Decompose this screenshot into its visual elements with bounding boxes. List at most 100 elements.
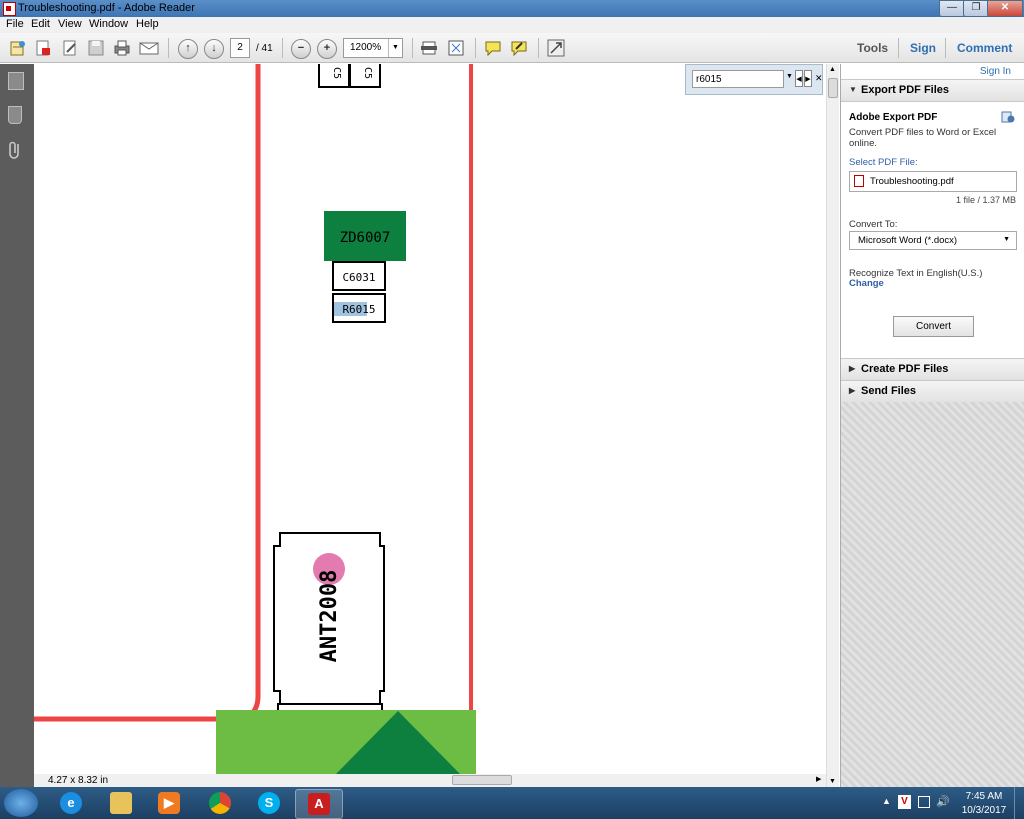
- clock-time[interactable]: 7:45 AM: [962, 791, 1006, 802]
- taskbar-adobe-reader[interactable]: A: [295, 789, 343, 819]
- service-name: Adobe Export PDF: [849, 112, 938, 123]
- create-pdf-icon[interactable]: [34, 39, 52, 57]
- attachments-paperclip-icon[interactable]: [7, 140, 23, 160]
- tools-pane-button[interactable]: Tools: [857, 41, 888, 55]
- vertical-scrollbar[interactable]: ▲ ▼: [826, 64, 839, 787]
- find-close-icon[interactable]: ✕: [815, 73, 823, 84]
- horizontal-scroll-thumb[interactable]: [452, 775, 512, 785]
- send-files-header[interactable]: ▶ Send Files: [841, 380, 1024, 403]
- bookmarks-icon[interactable]: [8, 106, 22, 124]
- section-title: Create PDF Files: [861, 363, 949, 375]
- taskbar-chrome[interactable]: [197, 789, 243, 817]
- chevron-down-icon[interactable]: ▼: [388, 39, 402, 57]
- pcb-schematic: C5 C5 ZD6007 C6031 R6015 ANT2008: [34, 64, 476, 774]
- toolbar-separator: [945, 38, 946, 58]
- comment-sticky-note-icon[interactable]: [484, 39, 502, 57]
- page-thumbnails-icon[interactable]: [8, 72, 24, 90]
- network-tray-icon[interactable]: [918, 796, 930, 808]
- chevron-down-icon[interactable]: ▼: [1003, 236, 1010, 243]
- find-previous-icon[interactable]: ◀: [795, 70, 803, 87]
- maximize-button[interactable]: ❐: [963, 0, 989, 17]
- save-icon[interactable]: [87, 39, 105, 57]
- export-pdf-header[interactable]: ▼ Export PDF Files: [841, 79, 1024, 102]
- open-file-icon[interactable]: [9, 39, 27, 57]
- volume-speaker-icon[interactable]: 🔊: [936, 795, 950, 808]
- next-page-arrow-down-icon[interactable]: ↓: [204, 39, 224, 59]
- start-button-windows-icon[interactable]: [4, 789, 38, 817]
- email-icon[interactable]: [139, 39, 159, 57]
- section-title: Export PDF Files: [861, 84, 950, 96]
- zoom-out-minus-icon[interactable]: −: [291, 39, 311, 59]
- taskbar-media-player[interactable]: ▶: [146, 789, 192, 817]
- taskbar-internet-explorer[interactable]: e: [48, 789, 94, 817]
- sign-pane-button[interactable]: Sign: [910, 41, 936, 55]
- scroll-right-icon[interactable]: ▶: [816, 775, 821, 783]
- tools-pane: Sign In ▼ Export PDF Files Adobe Export …: [840, 64, 1024, 787]
- close-button[interactable]: ✕: [987, 0, 1023, 17]
- show-desktop-button[interactable]: [1014, 787, 1024, 819]
- menu-edit[interactable]: Edit: [31, 18, 50, 30]
- selected-file-box[interactable]: Troubleshooting.pdf: [849, 171, 1017, 192]
- expanded-arrow-icon: ▼: [849, 85, 857, 94]
- menu-file[interactable]: File: [6, 18, 24, 30]
- file-name: Troubleshooting.pdf: [870, 176, 954, 187]
- menu-view[interactable]: View: [58, 18, 82, 30]
- format-select[interactable]: Microsoft Word (*.docx) ▼: [849, 231, 1017, 250]
- scroll-down-icon[interactable]: ▼: [829, 778, 836, 785]
- print-icon[interactable]: [113, 39, 131, 57]
- chrome-icon: [209, 792, 231, 814]
- zoom-value: 1200%: [350, 42, 382, 53]
- menu-help[interactable]: Help: [136, 18, 159, 30]
- component-label: ZD6007: [340, 230, 391, 246]
- adobe-reader-icon: A: [308, 793, 330, 815]
- page-total: / 41: [256, 43, 273, 54]
- show-hidden-icons-chevron-icon[interactable]: ▲: [882, 796, 891, 806]
- antivirus-tray-icon[interactable]: V: [898, 795, 911, 809]
- pdf-file-icon: [854, 175, 864, 187]
- vertical-scroll-thumb[interactable]: [828, 78, 838, 98]
- select-file-label: Select PDF File:: [849, 157, 918, 168]
- collapsed-arrow-icon: ▶: [849, 386, 856, 395]
- navigation-rail: [0, 64, 34, 787]
- scroll-up-icon[interactable]: ▲: [829, 66, 836, 73]
- find-input[interactable]: r6015: [692, 70, 784, 88]
- taskbar-file-explorer[interactable]: [98, 789, 144, 817]
- adobe-pdf-icon: [3, 2, 16, 16]
- convert-to-label: Convert To:: [849, 219, 898, 230]
- zoom-in-plus-icon[interactable]: +: [317, 39, 337, 59]
- page-number-input[interactable]: 2: [230, 38, 250, 58]
- component-label: C6031: [342, 271, 375, 284]
- section-title: Send Files: [861, 385, 917, 397]
- change-language-link[interactable]: Change: [849, 278, 884, 289]
- edit-icon[interactable]: [61, 39, 79, 57]
- previous-page-arrow-up-icon[interactable]: ↑: [178, 39, 198, 59]
- document-view[interactable]: C5 C5 ZD6007 C6031 R6015 ANT2008: [34, 64, 826, 774]
- create-pdf-header[interactable]: ▶ Create PDF Files: [841, 358, 1024, 381]
- full-screen-expand-icon[interactable]: [547, 39, 565, 57]
- title-bar: Troubleshooting.pdf - Adobe Reader — ❐ ✕: [0, 0, 1024, 17]
- zoom-select[interactable]: 1200% ▼: [343, 38, 403, 58]
- comment-pane-button[interactable]: Comment: [957, 41, 1012, 55]
- convert-button[interactable]: Convert: [893, 316, 974, 337]
- minimize-button[interactable]: —: [939, 0, 965, 17]
- menu-window[interactable]: Window: [89, 18, 128, 30]
- component-label: C5: [362, 67, 373, 79]
- find-options-chevron-icon[interactable]: ▼: [786, 73, 793, 80]
- find-bar: r6015 ▼ ◀ ▶ ✕: [685, 64, 823, 95]
- horizontal-scrollbar[interactable]: ▶: [34, 774, 826, 787]
- export-description: Convert PDF files to Word or Excel onlin…: [849, 127, 997, 149]
- toolbar-separator: [282, 38, 283, 58]
- toolbar-separator: [412, 38, 413, 58]
- highlight-text-icon[interactable]: [510, 39, 528, 57]
- clock-date[interactable]: 10/3/2017: [958, 805, 1010, 816]
- folder-icon: [110, 792, 132, 814]
- taskbar-skype[interactable]: S: [246, 789, 292, 817]
- fit-width-icon[interactable]: [420, 39, 438, 57]
- file-info: 1 file / 1.37 MB: [955, 195, 1016, 205]
- export-info-icon[interactable]: [1001, 110, 1015, 124]
- page-size-status: 4.27 x 8.32 in: [48, 775, 109, 786]
- fit-page-icon[interactable]: [447, 39, 465, 57]
- sign-in-link[interactable]: Sign In: [980, 66, 1011, 77]
- empty-pane-area: [841, 402, 1024, 787]
- find-next-icon[interactable]: ▶: [804, 70, 812, 87]
